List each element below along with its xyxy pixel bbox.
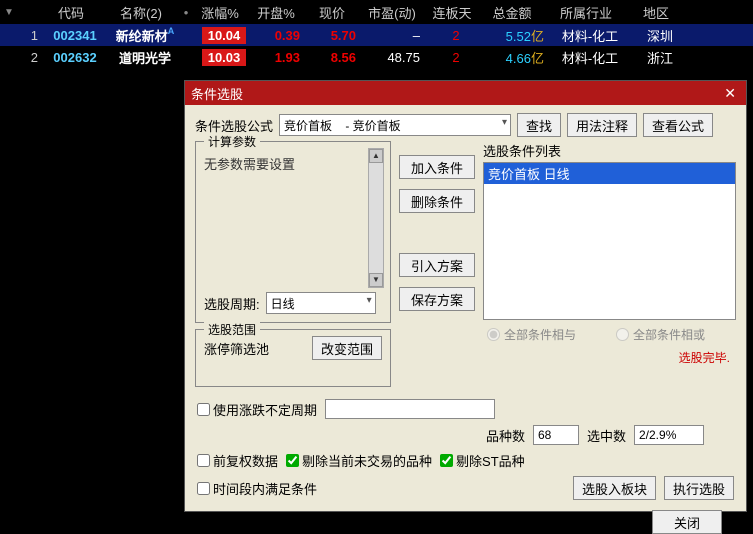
into-block-button[interactable]: 选股入板块 — [573, 476, 656, 500]
selection-done-text: 选股完毕. — [483, 349, 736, 366]
view-formula-button[interactable]: 查看公式 — [643, 113, 713, 137]
qfq-checkbox[interactable]: 前复权数据 — [197, 451, 278, 470]
period-combo[interactable] — [266, 292, 376, 314]
change-range-button[interactable]: 改变范围 — [312, 336, 382, 360]
save-scheme-button[interactable]: 保存方案 — [399, 287, 475, 311]
radio-or[interactable]: 全部条件相或 — [616, 326, 705, 343]
usage-button[interactable]: 用法注释 — [567, 113, 637, 137]
list-item[interactable]: 竞价首板 日线 — [484, 163, 735, 184]
formula-combo[interactable] — [279, 114, 511, 136]
radio-and[interactable]: 全部条件相与 — [487, 326, 576, 343]
custom-period-checkbox[interactable]: 使用涨跌不定周期 — [197, 400, 317, 419]
variety-count-input[interactable] — [533, 425, 579, 445]
range-fieldset: 选股范围 涨停筛选池 改变范围 — [195, 329, 391, 387]
close-icon[interactable]: ✕ — [720, 85, 740, 102]
table-header: ▼ 代码 名称(2) • 涨幅% 开盘% 现价 市盈(动) 连板天 总金额 所属… — [0, 0, 753, 24]
table-row[interactable]: 2 002632 道明光学 10.03 1.93 8.56 48.75 2 4.… — [0, 46, 753, 68]
exclude-notrade-checkbox[interactable]: 剔除当前未交易的品种 — [286, 451, 432, 470]
delete-condition-button[interactable]: 删除条件 — [399, 189, 475, 213]
close-button[interactable]: 关闭 — [652, 510, 722, 534]
run-selection-button[interactable]: 执行选股 — [664, 476, 734, 500]
time-range-checkbox[interactable]: 时间段内满足条件 — [197, 479, 317, 498]
params-scrollbar[interactable]: ▲ ▼ — [368, 148, 384, 288]
table-row[interactable]: 1 002341 新纶新材A 10.04 0.39 5.70 – 2 5.52亿… — [0, 24, 753, 46]
formula-label: 条件选股公式 — [195, 116, 273, 135]
condition-selection-dialog: 条件选股 ✕ 条件选股公式 查找 用法注释 查看公式 计算参数 无参数需要设置 … — [184, 80, 747, 512]
stock-table: ▼ 代码 名称(2) • 涨幅% 开盘% 现价 市盈(动) 连板天 总金额 所属… — [0, 0, 753, 68]
range-pool-text: 涨停筛选池 — [204, 339, 269, 358]
condition-list-label: 选股条件列表 — [483, 141, 736, 160]
dialog-titlebar[interactable]: 条件选股 ✕ — [185, 81, 746, 105]
scroll-down-icon[interactable]: ▼ — [369, 273, 383, 287]
condition-listbox[interactable]: 竞价首板 日线 — [483, 162, 736, 320]
add-condition-button[interactable]: 加入条件 — [399, 155, 475, 179]
scroll-up-icon[interactable]: ▲ — [369, 149, 383, 163]
no-params-text: 无参数需要设置 — [204, 157, 295, 172]
selected-count-input[interactable] — [634, 425, 704, 445]
import-scheme-button[interactable]: 引入方案 — [399, 253, 475, 277]
exclude-st-checkbox[interactable]: 剔除ST品种 — [440, 451, 525, 470]
params-fieldset: 计算参数 无参数需要设置 ▲ ▼ 选股周期: — [195, 141, 391, 323]
dropdown-icon[interactable]: ▼ — [4, 7, 16, 18]
custom-period-input[interactable] — [325, 399, 495, 419]
find-button[interactable]: 查找 — [517, 113, 561, 137]
period-label: 选股周期: — [204, 294, 260, 313]
